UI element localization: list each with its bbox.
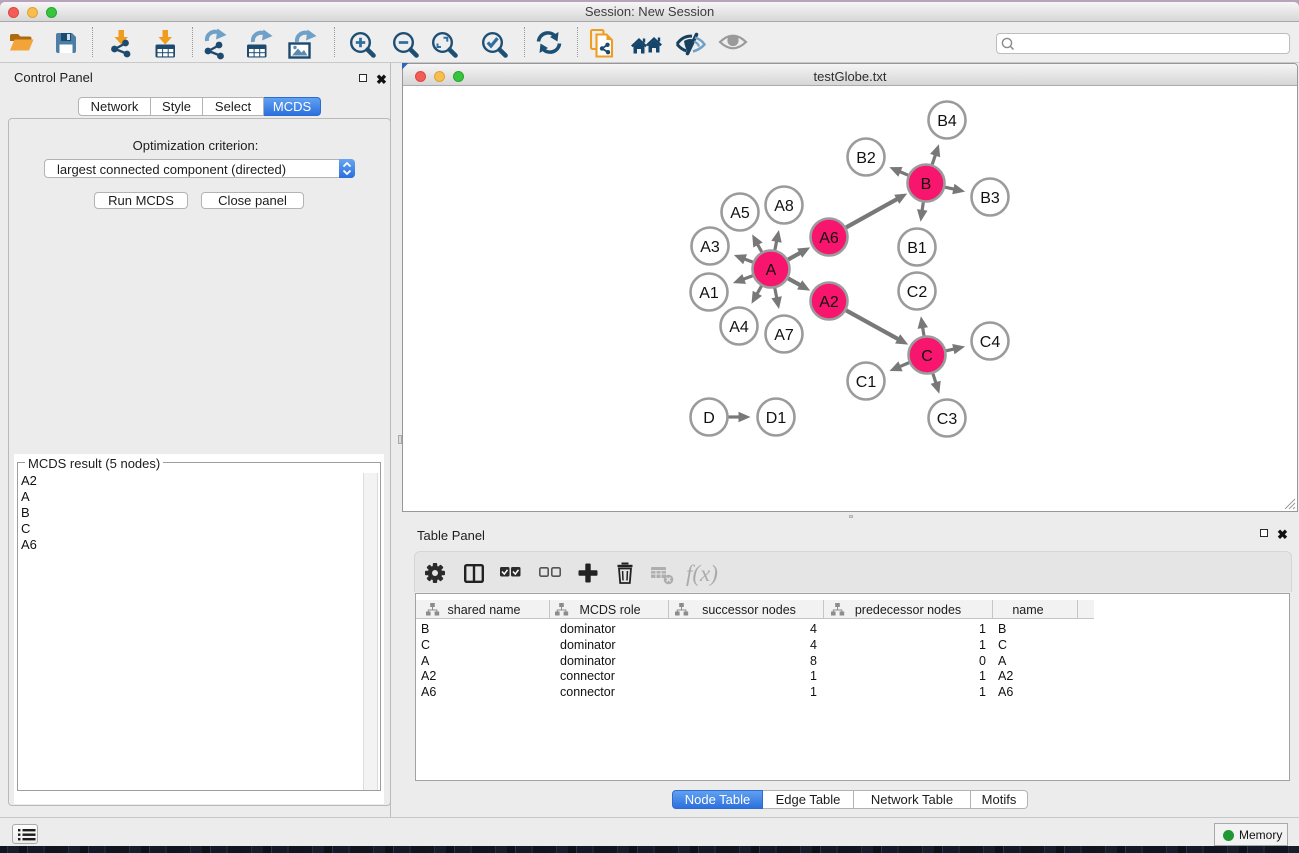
svg-text:B2: B2 (856, 150, 876, 167)
svg-text:f(x): f(x) (686, 561, 718, 586)
svg-text:C4: C4 (980, 334, 1001, 351)
svg-text:C1: C1 (856, 374, 877, 391)
svg-text:A1: A1 (699, 285, 719, 302)
svg-text:B: B (921, 176, 932, 193)
svg-text:C: C (921, 348, 933, 365)
svg-text:D: D (703, 410, 715, 427)
svg-text:A3: A3 (700, 239, 720, 256)
svg-text:B1: B1 (907, 240, 927, 257)
svg-text:A8: A8 (774, 198, 794, 215)
svg-text:A6: A6 (819, 230, 839, 247)
svg-text:B4: B4 (937, 113, 957, 130)
svg-text:B3: B3 (980, 190, 1000, 207)
svg-text:C3: C3 (937, 411, 958, 428)
svg-text:A4: A4 (729, 319, 749, 336)
svg-text:A: A (766, 262, 777, 279)
svg-text:A7: A7 (774, 327, 794, 344)
svg-text:A5: A5 (730, 205, 750, 222)
svg-text:D1: D1 (766, 410, 787, 427)
svg-text:C2: C2 (907, 284, 928, 301)
svg-text:A2: A2 (819, 294, 839, 311)
